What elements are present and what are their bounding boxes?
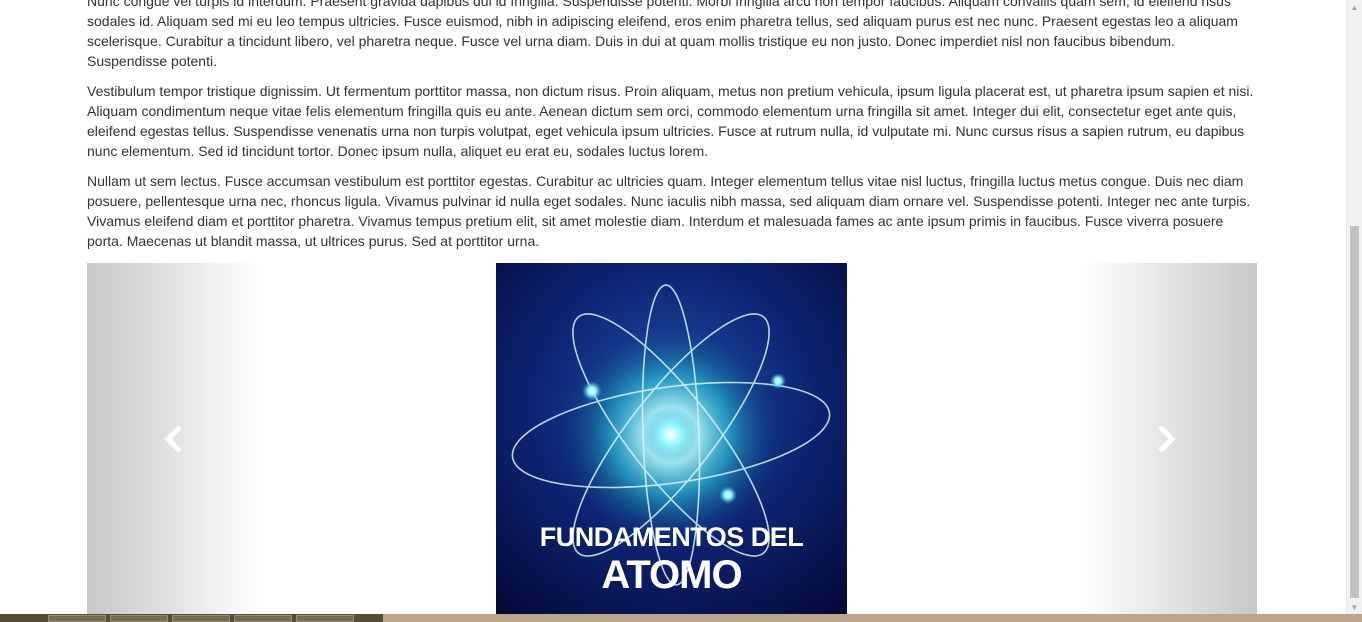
paragraph: Nunc congue vel turpis id interdum. Prae… xyxy=(87,0,1238,69)
vertical-scrollbar[interactable]: ▲ ▼ xyxy=(1346,0,1362,614)
paragraph: Nullam ut sem lectus. Fusce accumsan ves… xyxy=(87,173,1251,249)
taskbar xyxy=(0,614,1362,622)
carousel-prev-button[interactable] xyxy=(87,263,262,614)
image-carousel: FUNDAMENTOS DEL ATOMO xyxy=(87,263,1257,614)
taskbar-app-button[interactable] xyxy=(48,615,106,622)
taskbar-app-button[interactable] xyxy=(110,615,168,622)
slide-title: FUNDAMENTOS DEL ATOMO xyxy=(496,521,847,597)
chevron-left-icon xyxy=(164,424,182,453)
taskbar-app-button[interactable] xyxy=(296,615,354,622)
article-body: Nunc congue vel turpis id interdum. Prae… xyxy=(87,0,1257,261)
scroll-down-arrow-icon[interactable]: ▼ xyxy=(1347,600,1362,614)
slide-title-line2: ATOMO xyxy=(601,553,742,597)
scrollbar-thumb[interactable] xyxy=(1350,226,1359,598)
taskbar-apps-area xyxy=(0,614,383,622)
slide-title-line1: FUNDAMENTOS DEL xyxy=(539,522,804,552)
paragraph: Vestibulum tempor tristique dignissim. U… xyxy=(87,83,1254,159)
chevron-right-icon xyxy=(1158,424,1176,453)
taskbar-app-button[interactable] xyxy=(234,615,292,622)
carousel-next-button[interactable] xyxy=(1082,263,1257,614)
page: Nunc congue vel turpis id interdum. Prae… xyxy=(0,0,1347,614)
scroll-up-arrow-icon[interactable]: ▲ xyxy=(1347,0,1362,14)
carousel-slide-image: FUNDAMENTOS DEL ATOMO xyxy=(496,263,847,614)
taskbar-app-button[interactable] xyxy=(172,615,230,622)
